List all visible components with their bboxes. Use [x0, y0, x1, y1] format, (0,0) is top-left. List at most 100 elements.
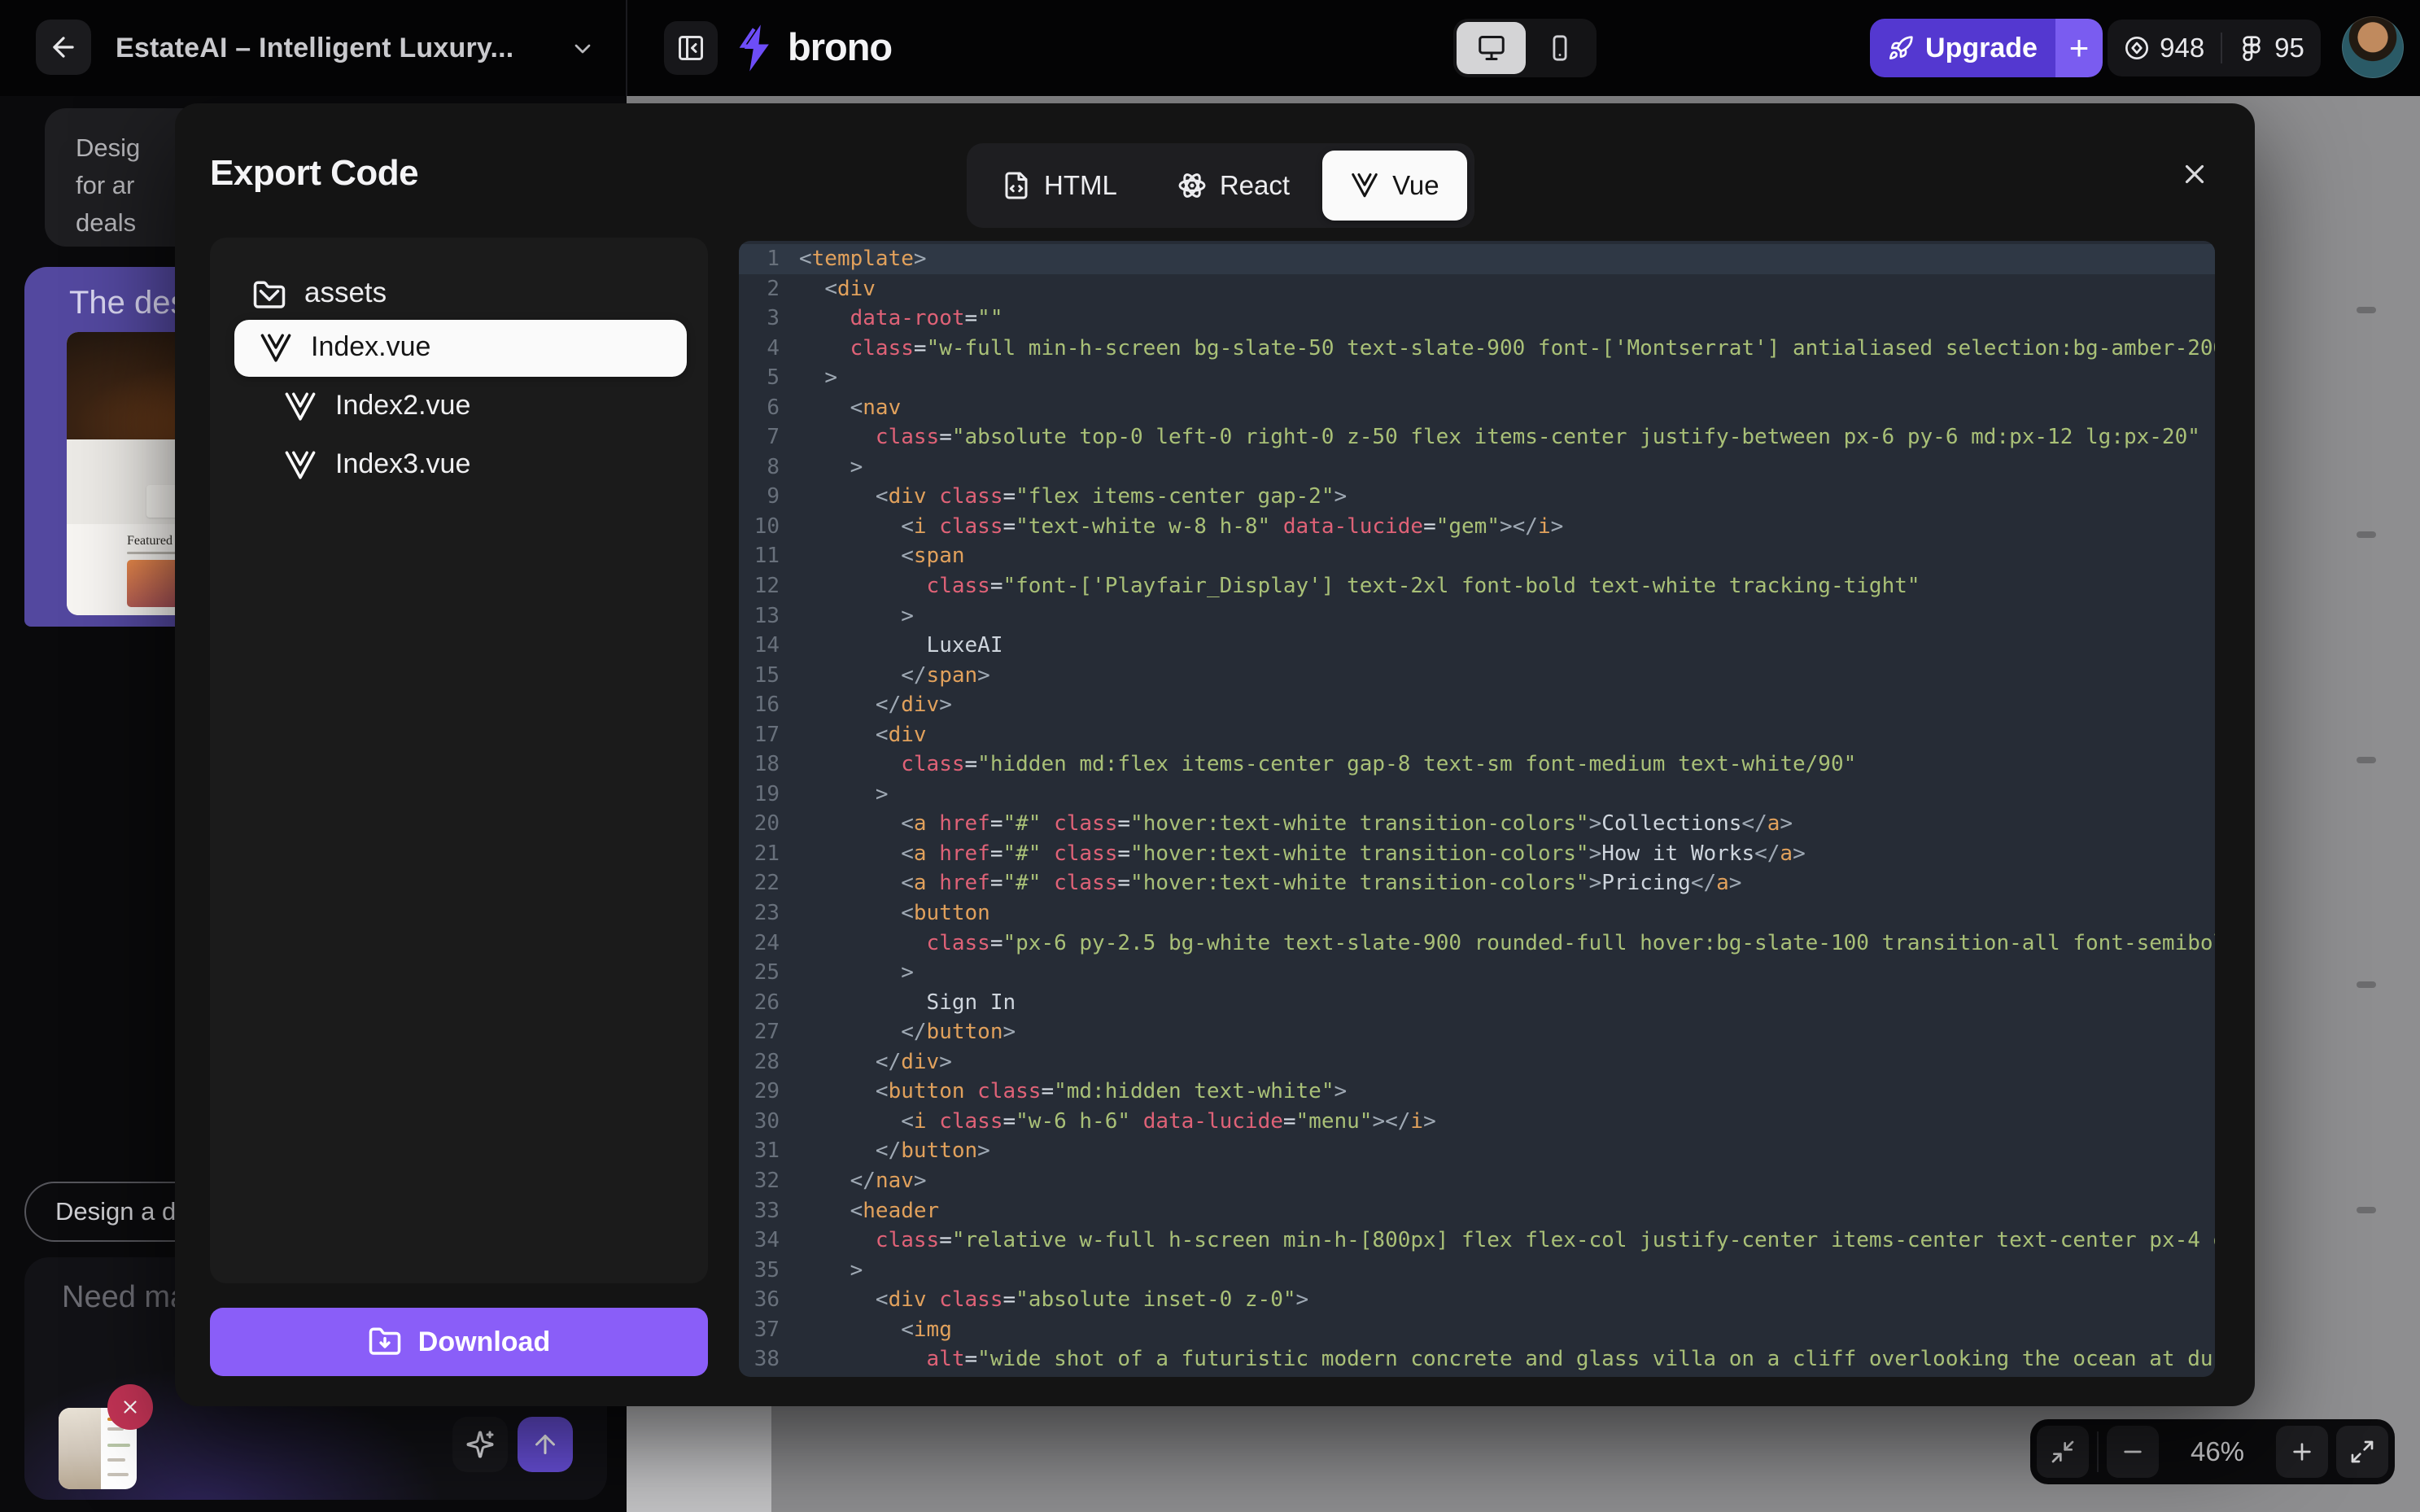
canvas-handle-dot[interactable]	[2357, 757, 2376, 763]
fullscreen-button[interactable]	[2336, 1426, 2388, 1478]
attachment-photo	[59, 1408, 101, 1489]
token-credits: 948	[2160, 33, 2204, 63]
minus-icon	[2120, 1439, 2146, 1465]
zoom-level: 46%	[2167, 1436, 2268, 1467]
zoom-out-button[interactable]	[2107, 1426, 2159, 1478]
remove-attachment-button[interactable]	[107, 1384, 153, 1430]
vue-file-icon	[259, 331, 293, 365]
plus-icon	[2289, 1439, 2315, 1465]
file-tree-panel: assets Index.vueIndex2.vueIndex3.vue	[210, 238, 708, 1283]
code-line-1: 1<template>	[739, 244, 2215, 274]
code-line-38: 38 alt="wide shot of a futuristic modern…	[739, 1344, 2215, 1374]
download-label: Download	[418, 1326, 550, 1358]
attachment-doc-line	[107, 1458, 125, 1462]
code-line-21: 21 <a href="#" class="hover:text-white t…	[739, 839, 2215, 869]
code-line-33: 33 <header	[739, 1196, 2215, 1226]
code-line-16: 16 </div>	[739, 690, 2215, 720]
upgrade-group: Upgrade +	[1870, 19, 2103, 77]
close-modal-button[interactable]	[2175, 155, 2214, 194]
add-credits-button[interactable]: +	[2055, 19, 2103, 77]
project-title[interactable]: EstateAI – Intelligent Luxury...	[116, 0, 513, 96]
send-button[interactable]	[518, 1417, 573, 1472]
attachment-doc-line	[107, 1473, 129, 1476]
vue-icon	[1350, 171, 1379, 200]
zoom-in-button[interactable]	[2276, 1426, 2328, 1478]
zoom-toolbar: 46%	[2030, 1419, 2395, 1484]
figma-icon	[2239, 35, 2265, 61]
file-code-icon	[1002, 171, 1031, 200]
chevron-down-icon	[252, 278, 286, 312]
panel-left-icon	[676, 33, 705, 63]
folder-label: assets	[304, 277, 387, 309]
fit-to-screen-button[interactable]	[2037, 1426, 2089, 1478]
brand-name[interactable]: brono	[788, 0, 892, 96]
code-line-6: 6 <nav	[739, 393, 2215, 423]
code-line-32: 32 </nav>	[739, 1166, 2215, 1196]
figma-credits: 95	[2274, 33, 2304, 63]
code-line-37: 37 <img	[739, 1315, 2215, 1345]
tab-react[interactable]: React	[1150, 151, 1317, 221]
tab-vue[interactable]: Vue	[1322, 151, 1467, 221]
code-line-18: 18 class="hidden md:flex items-center ga…	[739, 749, 2215, 780]
code-line-30: 30 <i class="w-6 h-6" data-lucide="menu"…	[739, 1107, 2215, 1137]
code-line-8: 8 >	[739, 452, 2215, 483]
smartphone-icon	[1546, 34, 1574, 62]
canvas-handle-dot[interactable]	[2357, 1207, 2376, 1213]
divider	[2221, 33, 2222, 63]
code-line-20: 20 <a href="#" class="hover:text-white t…	[739, 809, 2215, 839]
file-item-index3.vue[interactable]: Index3.vue	[234, 437, 687, 494]
vue-file-icon	[283, 390, 317, 424]
tab-label: HTML	[1044, 170, 1117, 201]
file-item-index2.vue[interactable]: Index2.vue	[234, 378, 687, 435]
upgrade-button[interactable]: Upgrade	[1870, 19, 2055, 77]
attachment-doc-line	[107, 1444, 130, 1447]
code-line-28: 28 </div>	[739, 1047, 2215, 1077]
code-line-29: 29 <button class="md:hidden text-white">	[739, 1077, 2215, 1107]
mobile-view-button[interactable]	[1526, 22, 1593, 74]
chevron-down-icon[interactable]	[570, 36, 596, 62]
divider	[626, 0, 627, 96]
download-button[interactable]: Download	[210, 1308, 708, 1376]
top-bar: EstateAI – Intelligent Luxury... brono U…	[0, 0, 2420, 96]
credit-token-icon	[2124, 35, 2150, 61]
code-line-19: 19 >	[739, 780, 2215, 810]
minimize-icon	[2050, 1439, 2076, 1465]
tab-label: Vue	[1392, 170, 1439, 201]
code-line-24: 24 class="px-6 py-2.5 bg-white text-slat…	[739, 929, 2215, 959]
code-editor[interactable]: 1<template>2 <div3 data-root=""4 class="…	[739, 241, 2215, 1377]
code-line-9: 9 <div class="flex items-center gap-2">	[739, 482, 2215, 512]
back-button[interactable]	[36, 20, 91, 75]
code-line-4: 4 class="w-full min-h-screen bg-slate-50…	[739, 334, 2215, 364]
code-line-11: 11 <span	[739, 541, 2215, 571]
file-item-index.vue[interactable]: Index.vue	[234, 320, 687, 377]
tab-html[interactable]: HTML	[974, 151, 1145, 221]
desktop-view-button[interactable]	[1457, 22, 1526, 74]
export-format-tabs: HTML React Vue	[967, 143, 1474, 228]
folder-row-assets[interactable]: assets	[210, 262, 708, 327]
monitor-icon	[1477, 33, 1506, 63]
export-code-modal: Export Code HTMLReactVue assets Index.vu…	[175, 103, 2255, 1406]
upgrade-label: Upgrade	[1925, 33, 2038, 64]
code-line-17: 17 <div	[739, 720, 2215, 750]
credits-pill[interactable]: 948 95	[2108, 20, 2321, 76]
brono-logo-icon	[734, 23, 781, 73]
maximize-icon	[2349, 1439, 2375, 1465]
code-line-25: 25 >	[739, 958, 2215, 988]
code-line-10: 10 <i class="text-white w-8 h-8" data-lu…	[739, 512, 2215, 542]
canvas-handle-dot[interactable]	[2357, 531, 2376, 538]
device-toggle	[1453, 19, 1597, 77]
magic-enhance-button[interactable]	[452, 1417, 508, 1472]
close-icon	[120, 1396, 141, 1418]
canvas-handle-dot[interactable]	[2357, 981, 2376, 988]
canvas-handle-dot[interactable]	[2357, 307, 2376, 313]
vue-file-icon	[283, 448, 317, 483]
folder-download-icon	[368, 1325, 402, 1359]
code-line-34: 34 class="relative w-full h-screen min-h…	[739, 1226, 2215, 1256]
code-line-7: 7 class="absolute top-0 left-0 right-0 z…	[739, 422, 2215, 452]
avatar[interactable]	[2342, 16, 2404, 78]
code-line-14: 14 LuxeAI	[739, 631, 2215, 661]
code-line-15: 15 </span>	[739, 661, 2215, 691]
toggle-sidebar-button[interactable]	[664, 21, 718, 75]
code-line-22: 22 <a href="#" class="hover:text-white t…	[739, 868, 2215, 898]
tab-label: React	[1220, 170, 1290, 201]
